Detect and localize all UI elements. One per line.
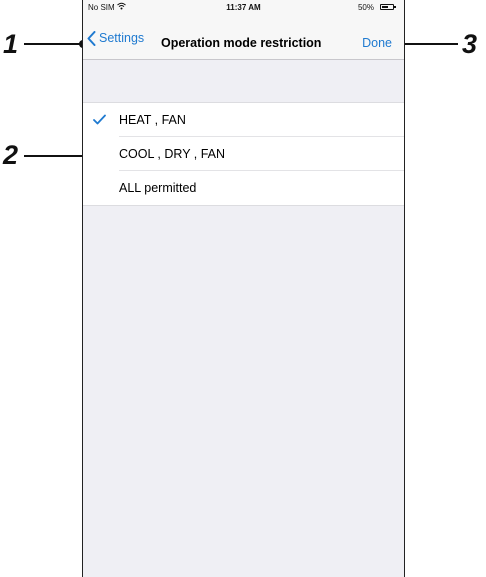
callout-2-leader <box>24 155 88 157</box>
navigation-bar: Settings Operation mode restriction Done <box>83 15 404 60</box>
option-cool-dry-fan[interactable]: COOL , DRY , FAN <box>83 137 404 171</box>
phone-screen: No SIM 11:37 AM 50% Settings Operation m… <box>82 0 405 577</box>
status-time: 11:37 AM <box>226 3 261 12</box>
done-button[interactable]: Done <box>362 36 392 50</box>
battery-percent: 50% <box>357 3 374 12</box>
back-button[interactable]: Settings <box>87 28 144 48</box>
option-all-permitted[interactable]: ALL permitted <box>83 171 404 205</box>
battery-icon <box>380 4 396 10</box>
callout-3-leader <box>400 43 458 45</box>
options-list: HEAT , FAN COOL , DRY , FAN ALL permitte… <box>83 102 404 206</box>
callout-3: 3 <box>462 29 478 59</box>
option-label: COOL , DRY , FAN <box>119 147 226 161</box>
status-bar: No SIM 11:37 AM 50% <box>83 0 404 15</box>
option-label: ALL permitted <box>119 181 197 195</box>
page-title: Operation mode restriction <box>161 36 322 50</box>
callout-1-leader <box>24 43 82 45</box>
option-heat-fan[interactable]: HEAT , FAN <box>83 103 404 137</box>
back-label: Settings <box>99 31 145 45</box>
checkmark-icon <box>93 114 106 128</box>
option-label: HEAT , FAN <box>119 113 186 127</box>
chevron-left-icon <box>87 30 96 46</box>
callout-2: 2 <box>3 140 19 170</box>
callout-1: 1 <box>3 29 19 59</box>
